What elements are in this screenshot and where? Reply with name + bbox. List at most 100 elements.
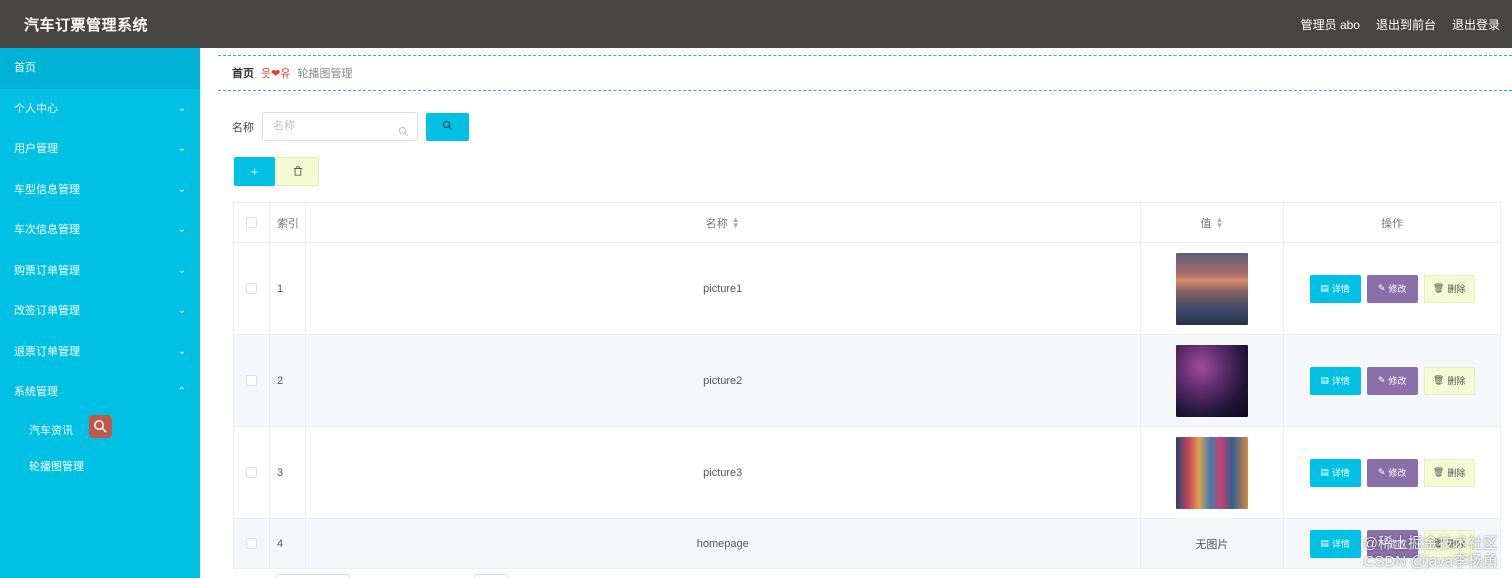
top-right-menu: 管理员 abo 退出到前台 退出登录 — [1301, 16, 1512, 33]
table-header: 索引 名称 ▲ ▼ 值 ▲ ▼ 操作 — [234, 203, 1500, 243]
document-icon: ▤ — [1320, 283, 1329, 293]
edit-button[interactable]: ✎ 修改 — [1366, 366, 1418, 395]
sidebar-subitem-carousel[interactable]: 轮播图管理 — [0, 449, 200, 485]
delete-button[interactable]: 🗑 删除 — [1423, 274, 1475, 303]
breadcrumb-home[interactable]: 首页 — [232, 65, 254, 81]
chevron-down-icon: ⌄ — [177, 305, 186, 316]
sort-icon[interactable]: ▲ ▼ — [732, 215, 740, 229]
document-icon: ▤ — [1320, 538, 1329, 548]
sidebar: 首页 个人中心 ⌄ 用户管理 ⌄ 车型信息管理 ⌄ 车次信息管理 ⌄ 购票订单管… — [0, 48, 200, 578]
top-bar: 汽车订票管理系统 管理员 abo 退出到前台 退出登录 — [0, 0, 1512, 48]
edit-button[interactable]: ✎ 修改 — [1366, 274, 1418, 303]
sidebar-item-label: 退票订单管理 — [14, 345, 80, 358]
breadcrumb-current: 轮播图管理 — [297, 68, 353, 80]
pencil-icon: ✎ — [1377, 283, 1386, 293]
row-index: 3 — [270, 427, 306, 518]
detail-button[interactable]: ▤ 详情 — [1309, 366, 1361, 395]
delete-button[interactable]: 🗑 删除 — [1423, 458, 1475, 487]
chevron-down-icon: ⌄ — [177, 183, 186, 195]
carousel-image-thumbnail — [1175, 344, 1248, 417]
exit-to-front-link[interactable]: 退出到前台 — [1376, 16, 1436, 33]
delete-button[interactable]: 🗑 删除 — [1423, 366, 1475, 395]
search-icon[interactable] — [89, 414, 112, 438]
search-input[interactable]: 名称 — [262, 112, 418, 141]
table-row: 1 picture1 ▤ 详情 ✎ 修改 🗑 删除 — [234, 243, 1500, 335]
detail-label: 详情 — [1331, 468, 1350, 478]
sidebar-item-system[interactable]: 系统管理 ⌃ — [0, 372, 200, 413]
action-row: + — [234, 157, 319, 186]
sidebar-item-label: 个人中心 — [14, 102, 58, 115]
sidebar-item-trips[interactable]: 车次信息管理 ⌄ — [0, 210, 200, 251]
chevron-down-icon: ⌄ — [177, 102, 186, 114]
column-header-name[interactable]: 名称 ▲ ▼ — [306, 203, 1141, 242]
column-header-index: 索引 — [270, 203, 306, 242]
search-row: 名称 名称 — [232, 112, 469, 141]
trash-icon: 🗑 — [1432, 467, 1445, 477]
pagination-size-select[interactable] — [276, 574, 350, 578]
carousel-image-thumbnail — [1175, 436, 1248, 509]
chevron-down-icon: ⌄ — [177, 143, 186, 154]
search-icon — [398, 121, 409, 148]
breadcrumb-separator: 웃❤유 — [261, 68, 291, 80]
detail-label: 详情 — [1331, 539, 1350, 549]
row-name: picture3 — [306, 427, 1141, 518]
trash-icon: 🗑 — [1432, 375, 1445, 385]
row-checkbox[interactable] — [245, 375, 257, 386]
detail-button[interactable]: ▤ 详情 — [1309, 458, 1361, 487]
search-button[interactable] — [426, 112, 469, 141]
chevron-down-icon: ⌄ — [177, 224, 186, 235]
batch-delete-button[interactable] — [276, 157, 319, 186]
sidebar-subitem-label: 轮播图管理 — [29, 460, 84, 473]
column-header-label: 名称 — [705, 217, 728, 230]
detail-button[interactable]: ▤ 详情 — [1309, 274, 1361, 303]
table-row: 2 picture2 ▤ 详情 ✎ 修改 🗑 删除 — [234, 335, 1500, 427]
breadcrumb: 首页 웃❤유 轮播图管理 — [218, 55, 1512, 91]
watermark: @稀土掘金技术社区 CSDN @java李杨勇 — [1363, 535, 1498, 571]
sidebar-item-label: 购票订单管理 — [14, 264, 80, 277]
logout-link[interactable]: 退出登录 — [1452, 16, 1500, 33]
sidebar-item-home[interactable]: 首页 — [0, 48, 200, 89]
search-placeholder: 名称 — [273, 120, 295, 132]
carousel-image-thumbnail — [1175, 252, 1248, 325]
current-user: 管理员 abo — [1300, 18, 1360, 32]
sort-icon[interactable]: ▲ ▼ — [1215, 215, 1223, 229]
delete-label: 删除 — [1447, 468, 1466, 478]
select-all-checkbox[interactable] — [245, 217, 257, 228]
row-name: picture1 — [306, 243, 1141, 334]
chevron-down-icon: ⌄ — [177, 345, 186, 357]
table-row: 4 homepage 无图片 ▤ 详情 ✎ 修改 🗑 删除 — [234, 519, 1500, 569]
main-content: 首页 웃❤유 轮播图管理 名称 名称 + 索引 名称 ▲ ▼ 值 ▲ ▼ 操作 … — [200, 48, 1512, 578]
sidebar-item-personal-center[interactable]: 个人中心 ⌄ — [0, 89, 200, 130]
row-checkbox[interactable] — [245, 467, 257, 478]
sidebar-item-ticket-orders[interactable]: 购票订单管理 ⌄ — [0, 251, 200, 292]
edit-label: 修改 — [1388, 376, 1407, 386]
delete-label: 删除 — [1447, 284, 1466, 294]
edit-label: 修改 — [1388, 468, 1407, 478]
edit-button[interactable]: ✎ 修改 — [1366, 458, 1418, 487]
edit-label: 修改 — [1388, 284, 1407, 294]
sidebar-item-refund-orders[interactable]: 退票订单管理 ⌄ — [0, 332, 200, 373]
row-index: 4 — [270, 519, 306, 568]
watermark-line-1: @稀土掘金技术社区 — [1362, 535, 1498, 552]
sidebar-item-vehicle-types[interactable]: 车型信息管理 ⌄ — [0, 170, 200, 211]
sidebar-item-label: 改签订单管理 — [14, 305, 80, 317]
search-label: 名称 — [232, 121, 254, 134]
column-header-value[interactable]: 值 ▲ ▼ — [1141, 203, 1285, 242]
pencil-icon: ✎ — [1377, 467, 1386, 477]
pagination-jump-input[interactable] — [474, 574, 508, 578]
sidebar-subitem-label: 汽车资讯 — [29, 424, 73, 437]
data-table: 索引 名称 ▲ ▼ 值 ▲ ▼ 操作 1 picture1 ▤ 详情 ✎ 修改 🗑 删除 — [233, 202, 1501, 569]
row-checkbox[interactable] — [245, 538, 257, 549]
sidebar-item-users[interactable]: 用户管理 ⌄ — [0, 129, 200, 170]
detail-label: 详情 — [1331, 284, 1350, 294]
row-checkbox[interactable] — [245, 283, 257, 294]
add-button[interactable]: + — [234, 157, 275, 186]
delete-label: 删除 — [1447, 376, 1466, 386]
search-icon — [442, 120, 453, 134]
detail-button[interactable]: ▤ 详情 — [1309, 529, 1361, 558]
watermark-line-2: CSDN @java李杨勇 — [1363, 553, 1498, 570]
sidebar-item-change-orders[interactable]: 改签订单管理 ⌄ — [0, 291, 200, 332]
pencil-icon: ✎ — [1377, 375, 1386, 385]
sidebar-subitem-car-news[interactable]: 汽车资讯 — [0, 413, 200, 449]
row-name: picture2 — [306, 335, 1141, 426]
